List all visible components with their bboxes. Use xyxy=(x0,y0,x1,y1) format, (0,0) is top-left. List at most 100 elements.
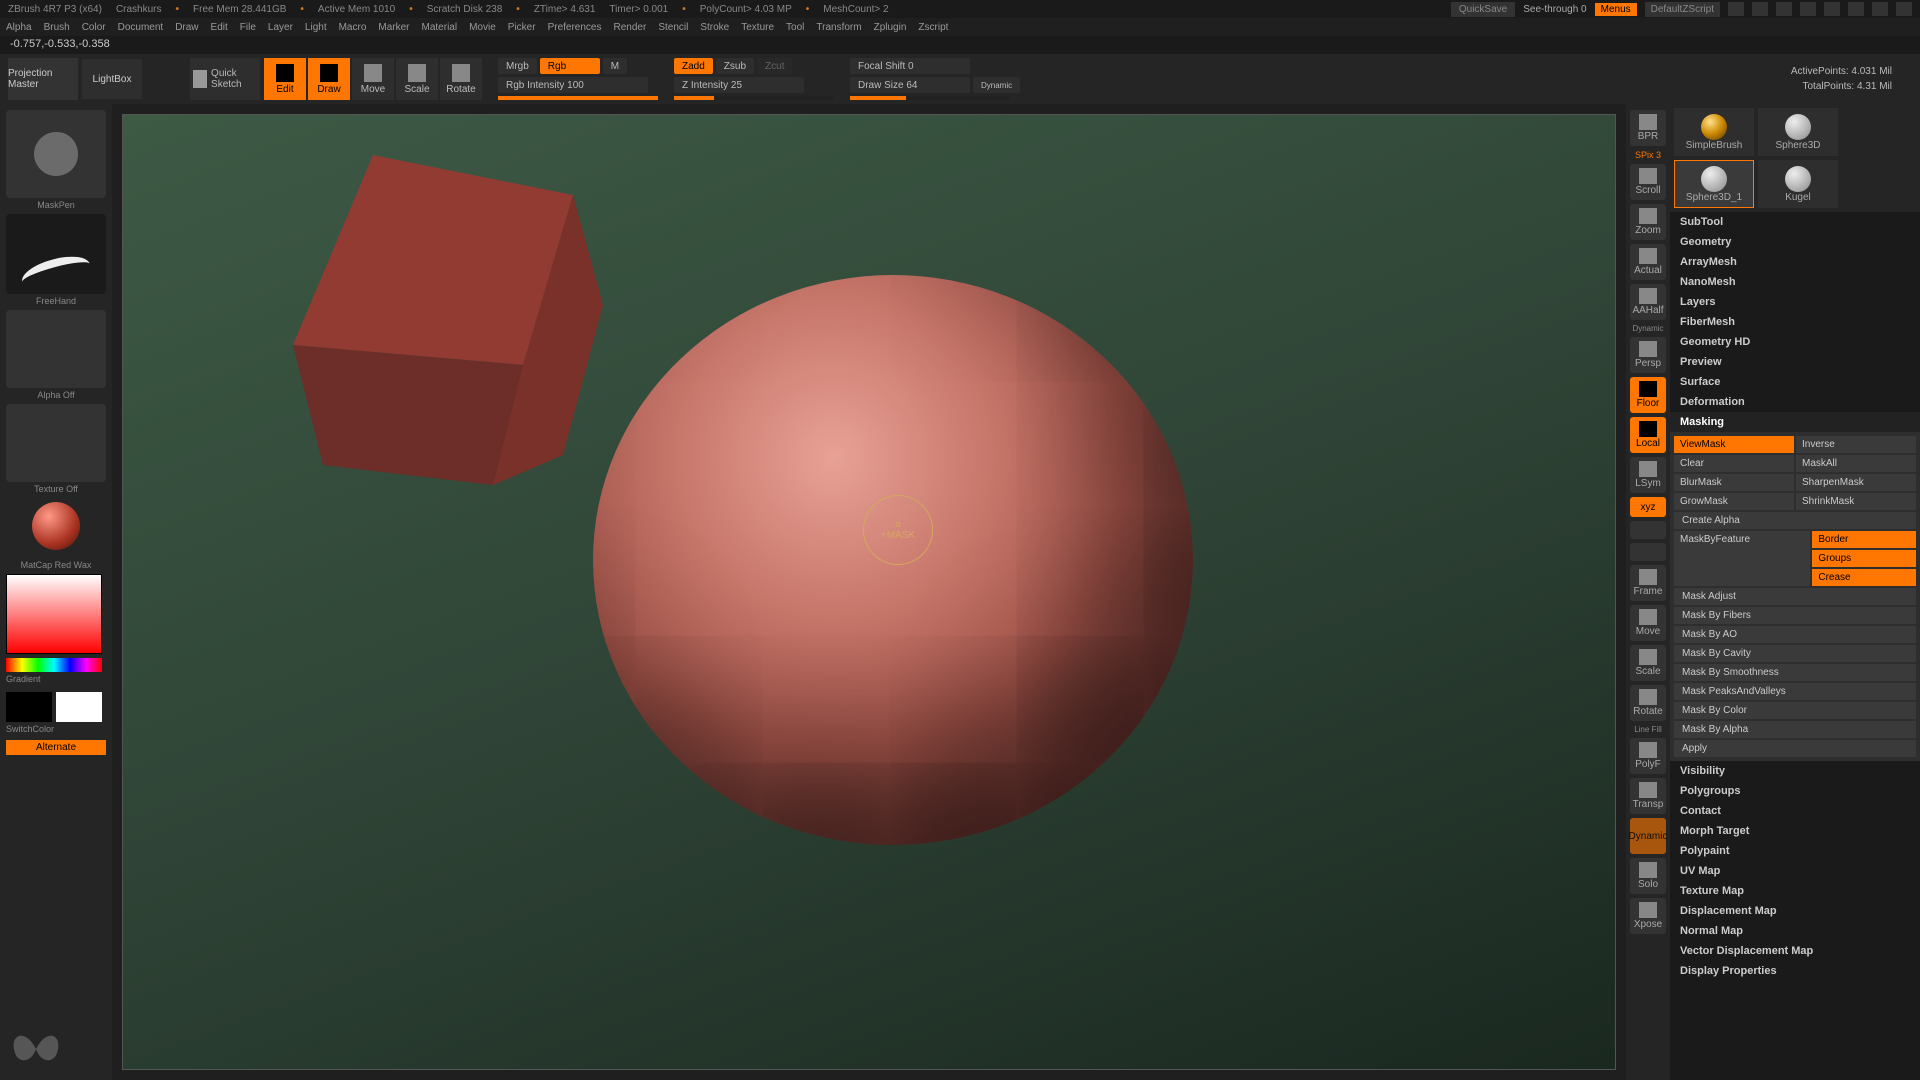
aahalf-button[interactable]: AAHalf xyxy=(1630,284,1666,320)
maskall-button[interactable]: MaskAll xyxy=(1796,455,1916,472)
panel-visibility[interactable]: Visibility xyxy=(1670,761,1920,781)
groups-button[interactable]: Groups xyxy=(1812,550,1916,567)
frame-button[interactable]: Frame xyxy=(1630,565,1666,601)
border-button[interactable]: Border xyxy=(1812,531,1916,548)
rotate-mode-button[interactable]: Rotate xyxy=(440,58,482,100)
color-picker[interactable] xyxy=(6,574,102,654)
menu-item[interactable]: Marker xyxy=(378,22,409,33)
draw-size-slider[interactable]: Draw Size 64 xyxy=(850,77,970,93)
menu-item[interactable]: Transform xyxy=(816,22,861,33)
tool-thumb[interactable]: SimpleBrush xyxy=(1674,108,1754,156)
lock-icon[interactable] xyxy=(1824,2,1840,16)
defaultzscript-button[interactable]: DefaultZScript xyxy=(1645,2,1720,17)
axis-y-button[interactable] xyxy=(1630,521,1666,539)
bpr-button[interactable]: BPR xyxy=(1630,110,1666,146)
clear-button[interactable]: Clear xyxy=(1674,455,1794,472)
menu-item[interactable]: Tool xyxy=(786,22,804,33)
lightbox-button[interactable]: LightBox xyxy=(82,59,142,99)
panel-subtool[interactable]: SubTool xyxy=(1670,212,1920,232)
panel-layers[interactable]: Layers xyxy=(1670,292,1920,312)
brush-selector[interactable] xyxy=(6,110,106,198)
scroll-button[interactable]: Scroll xyxy=(1630,164,1666,200)
crease-button[interactable]: Crease xyxy=(1812,569,1916,586)
tool-thumb-selected[interactable]: Sphere3D_1 xyxy=(1674,160,1754,208)
mask-ao-button[interactable]: Mask By AO xyxy=(1674,626,1916,643)
mask-peaksvalleys-button[interactable]: Mask PeaksAndValleys xyxy=(1674,683,1916,700)
zadd-button[interactable]: Zadd xyxy=(674,58,713,74)
panel-arraymesh[interactable]: ArrayMesh xyxy=(1670,252,1920,272)
apply-button[interactable]: Apply xyxy=(1674,740,1916,757)
stroke-selector[interactable] xyxy=(6,214,106,294)
menu-item[interactable]: Draw xyxy=(175,22,198,33)
panel-polygroups[interactable]: Polygroups xyxy=(1670,781,1920,801)
projection-master-button[interactable]: Projection Master xyxy=(8,58,78,100)
panel-displayprops[interactable]: Display Properties xyxy=(1670,961,1920,981)
menu-item[interactable]: Render xyxy=(614,22,647,33)
panel-polypaint[interactable]: Polypaint xyxy=(1670,841,1920,861)
maskbyfeature-button[interactable]: MaskByFeature xyxy=(1674,531,1810,586)
move-nav-button[interactable]: Move xyxy=(1630,605,1666,641)
maximize-icon[interactable] xyxy=(1872,2,1888,16)
z-intensity-slider[interactable]: Z Intensity 25 xyxy=(674,77,804,93)
hue-bar[interactable] xyxy=(6,658,102,672)
lsym-button[interactable]: LSym xyxy=(1630,457,1666,493)
local-button[interactable]: Local xyxy=(1630,417,1666,453)
transp-button[interactable]: Transp xyxy=(1630,778,1666,814)
inverse-button[interactable]: Inverse xyxy=(1796,436,1916,453)
menu-item[interactable]: Edit xyxy=(211,22,228,33)
focal-shift-slider[interactable]: Focal Shift 0 xyxy=(850,58,970,74)
rgb-button[interactable]: Rgb xyxy=(540,58,600,74)
panel-uvmap[interactable]: UV Map xyxy=(1670,861,1920,881)
panel-texturemap[interactable]: Texture Map xyxy=(1670,881,1920,901)
tool-thumb[interactable]: Sphere3D xyxy=(1758,108,1838,156)
panel-deformation[interactable]: Deformation xyxy=(1670,392,1920,412)
secondary-color[interactable] xyxy=(6,692,52,722)
polyf-button[interactable]: PolyF xyxy=(1630,738,1666,774)
panel-fibermesh[interactable]: FiberMesh xyxy=(1670,312,1920,332)
dynamic-button[interactable]: Dynamic xyxy=(1630,818,1666,854)
mask-adjust-button[interactable]: Mask Adjust xyxy=(1674,588,1916,605)
mask-smoothness-button[interactable]: Mask By Smoothness xyxy=(1674,664,1916,681)
switchcolor-button[interactable]: SwitchColor xyxy=(6,724,106,734)
menu-item[interactable]: Light xyxy=(305,22,327,33)
close-icon[interactable] xyxy=(1896,2,1912,16)
panel-nanomesh[interactable]: NanoMesh xyxy=(1670,272,1920,292)
home-icon[interactable] xyxy=(1800,2,1816,16)
shrinkmask-button[interactable]: ShrinkMask xyxy=(1796,493,1916,510)
viewport[interactable]: a +MASK xyxy=(122,114,1616,1070)
material-selector[interactable] xyxy=(6,498,106,558)
menu-item[interactable]: Document xyxy=(118,22,164,33)
m-button[interactable]: M xyxy=(603,58,627,74)
spix-slider[interactable]: SPix 3 xyxy=(1635,150,1661,160)
panel-geometryhd[interactable]: Geometry HD xyxy=(1670,332,1920,352)
floor-button[interactable]: Floor xyxy=(1630,377,1666,413)
menu-item[interactable]: Stencil xyxy=(658,22,688,33)
growmask-button[interactable]: GrowMask xyxy=(1674,493,1794,510)
menu-item[interactable]: Zplugin xyxy=(874,22,907,33)
scale-nav-button[interactable]: Scale xyxy=(1630,645,1666,681)
tool-thumb[interactable]: Kugel xyxy=(1758,160,1838,208)
menu-item[interactable]: Macro xyxy=(339,22,367,33)
solo-button[interactable]: Solo xyxy=(1630,858,1666,894)
alpha-selector[interactable] xyxy=(6,310,106,388)
layout-icon[interactable] xyxy=(1752,2,1768,16)
quicksave-button[interactable]: QuickSave xyxy=(1451,2,1515,17)
menu-item[interactable]: Picker xyxy=(508,22,536,33)
minimize-icon[interactable] xyxy=(1848,2,1864,16)
seethrough-slider[interactable]: See-through 0 xyxy=(1523,4,1586,15)
mask-fibers-button[interactable]: Mask By Fibers xyxy=(1674,607,1916,624)
axis-z-button[interactable] xyxy=(1630,543,1666,561)
menu-item[interactable]: Stroke xyxy=(700,22,729,33)
create-alpha-button[interactable]: Create Alpha xyxy=(1674,512,1916,529)
move-mode-button[interactable]: Move xyxy=(352,58,394,100)
viewmask-button[interactable]: ViewMask xyxy=(1674,436,1794,453)
layout-icon[interactable] xyxy=(1776,2,1792,16)
panel-surface[interactable]: Surface xyxy=(1670,372,1920,392)
scale-mode-button[interactable]: Scale xyxy=(396,58,438,100)
menu-item[interactable]: Texture xyxy=(741,22,774,33)
quicksketch-button[interactable]: Quick Sketch xyxy=(190,58,260,100)
panel-morphtarget[interactable]: Morph Target xyxy=(1670,821,1920,841)
rgb-intensity-slider[interactable]: Rgb Intensity 100 xyxy=(498,77,648,93)
panel-preview[interactable]: Preview xyxy=(1670,352,1920,372)
menu-item[interactable]: Layer xyxy=(268,22,293,33)
